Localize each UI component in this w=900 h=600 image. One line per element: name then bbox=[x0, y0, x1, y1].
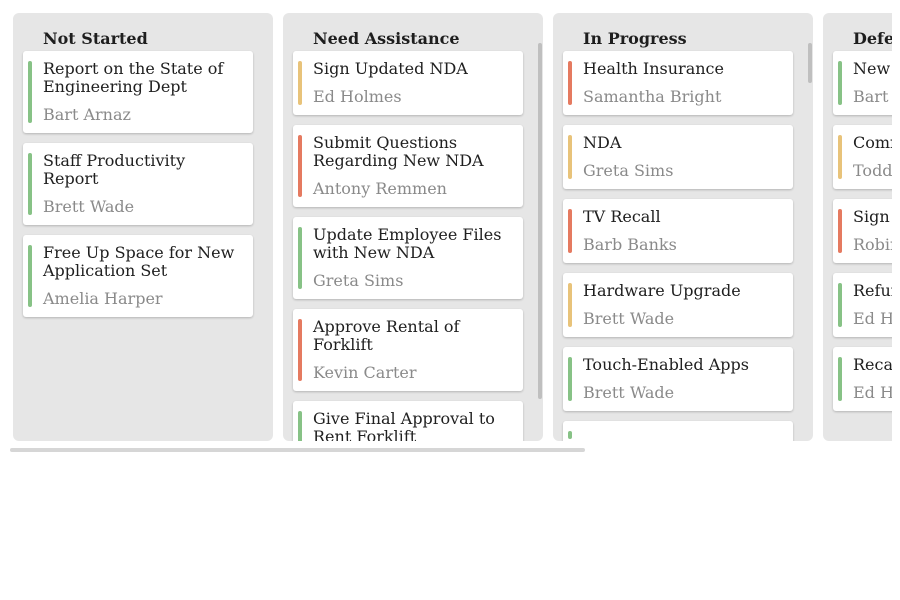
card-title: Submit Questions Regarding New NDA bbox=[313, 133, 484, 170]
priority-indicator bbox=[838, 61, 842, 105]
priority-indicator bbox=[838, 209, 842, 253]
card-assignee: Bart Arnaz bbox=[43, 105, 131, 124]
priority-indicator bbox=[838, 283, 842, 327]
column-scrollbar[interactable] bbox=[808, 43, 812, 83]
priority-indicator bbox=[28, 153, 32, 215]
column-scrollbar[interactable] bbox=[538, 43, 542, 399]
card-title: Free Up Space for New Application Set bbox=[43, 243, 235, 280]
task-card[interactable]: Recall Ed Ho bbox=[833, 347, 892, 411]
card-assignee: Brett Wade bbox=[583, 383, 675, 402]
task-card[interactable]: Update Employee Files with New NDA Greta … bbox=[293, 217, 523, 299]
task-card[interactable]: Refun Ed Ho bbox=[833, 273, 892, 337]
card-assignee: Brett Wade bbox=[583, 309, 675, 328]
task-card[interactable]: Report on the State of Engineering Dept B… bbox=[23, 51, 253, 133]
priority-indicator bbox=[568, 431, 572, 439]
card-assignee: Ed Holmes bbox=[313, 87, 402, 106]
card-title: Give Final Approval to Rent Forklift bbox=[313, 409, 495, 442]
card-assignee: Bart A bbox=[853, 87, 892, 106]
task-card[interactable]: Sign F Robin bbox=[833, 199, 892, 263]
card-assignee: Robin bbox=[853, 235, 892, 254]
card-assignee: Samantha Bright bbox=[583, 87, 722, 106]
card-list: Health Insurance Samantha Bright NDA Greta … bbox=[563, 51, 793, 441]
card-assignee: Greta Sims bbox=[583, 161, 674, 180]
priority-indicator bbox=[298, 61, 302, 105]
priority-indicator bbox=[298, 135, 302, 197]
priority-indicator bbox=[838, 135, 842, 179]
card-assignee: Greta Sims bbox=[313, 271, 404, 290]
card-assignee: Kevin Carter bbox=[313, 363, 417, 382]
card-title: Hardware Upgrade bbox=[583, 281, 741, 300]
card-title: NDA bbox=[583, 133, 622, 152]
priority-indicator bbox=[298, 319, 302, 381]
kanban-board: Not Started Report on the State of Engin… bbox=[0, 0, 892, 460]
task-card[interactable]: New H Bart A bbox=[833, 51, 892, 115]
card-title: Staff Productivity Report bbox=[43, 151, 186, 188]
priority-indicator bbox=[568, 357, 572, 401]
priority-indicator bbox=[838, 357, 842, 401]
task-card[interactable]: TV Recall Barb Banks bbox=[563, 199, 793, 263]
column-title: In Progress bbox=[583, 29, 687, 48]
task-card[interactable]: Comm Project Todd I bbox=[833, 125, 892, 189]
priority-indicator bbox=[568, 283, 572, 327]
card-list: Report on the State of Engineering Dept B… bbox=[23, 51, 253, 327]
card-title: Recall bbox=[853, 355, 892, 374]
task-card[interactable]: Submit Questions Regarding New NDA Antony… bbox=[293, 125, 523, 207]
card-list: Sign Updated NDA Ed Holmes Submit Question… bbox=[293, 51, 523, 441]
card-assignee: Brett Wade bbox=[43, 197, 135, 216]
card-title: Report on the State of Engineering Dept bbox=[43, 59, 224, 96]
task-card[interactable] bbox=[563, 421, 793, 441]
card-assignee: Antony Remmen bbox=[313, 179, 447, 198]
card-assignee: Ed Ho bbox=[853, 383, 892, 402]
card-assignee: Amelia Harper bbox=[43, 289, 163, 308]
card-title: Refun bbox=[853, 281, 892, 300]
column-need-assistance: Need Assistance Sign Updated NDA Ed Holme… bbox=[283, 13, 543, 441]
card-title: Sign Updated NDA bbox=[313, 59, 468, 78]
priority-indicator bbox=[568, 209, 572, 253]
card-title: TV Recall bbox=[583, 207, 661, 226]
priority-indicator bbox=[28, 61, 32, 123]
card-assignee: Todd I bbox=[853, 161, 892, 180]
priority-indicator bbox=[298, 411, 302, 441]
card-title: Comm Project bbox=[853, 133, 892, 152]
task-card[interactable]: Touch-Enabled Apps Brett Wade bbox=[563, 347, 793, 411]
task-card[interactable]: Staff Productivity Report Brett Wade bbox=[23, 143, 253, 225]
task-card[interactable]: NDA Greta Sims bbox=[563, 125, 793, 189]
card-title: Update Employee Files with New NDA bbox=[313, 225, 502, 262]
board-viewport[interactable]: Not Started Report on the State of Engin… bbox=[0, 0, 892, 460]
column-title: Not Started bbox=[43, 29, 148, 48]
task-card[interactable]: Approve Rental of Forklift Kevin Carter bbox=[293, 309, 523, 391]
task-card[interactable]: Give Final Approval to Rent Forklift bbox=[293, 401, 523, 441]
card-title: Sign F bbox=[853, 207, 892, 226]
card-title: Health Insurance bbox=[583, 59, 724, 78]
column-not-started: Not Started Report on the State of Engin… bbox=[13, 13, 273, 441]
board-horizontal-scrollbar[interactable] bbox=[10, 448, 585, 452]
priority-indicator bbox=[568, 135, 572, 179]
priority-indicator bbox=[28, 245, 32, 307]
card-title: Touch-Enabled Apps bbox=[583, 355, 749, 374]
priority-indicator bbox=[298, 227, 302, 289]
task-card[interactable]: Health Insurance Samantha Bright bbox=[563, 51, 793, 115]
priority-indicator bbox=[568, 61, 572, 105]
column-title: Need Assistance bbox=[313, 29, 460, 48]
card-title: New H bbox=[853, 59, 892, 78]
task-card[interactable]: Free Up Space for New Application Set Ame… bbox=[23, 235, 253, 317]
column-title: Deferred bbox=[853, 29, 892, 48]
card-title: Approve Rental of Forklift bbox=[313, 317, 460, 354]
column-in-progress: In Progress Health Insurance Samantha Bri… bbox=[553, 13, 813, 441]
card-list: New H Bart A Comm Project Todd I Sign F Robin… bbox=[833, 51, 892, 421]
column-deferred: Deferred New H Bart A Comm Project Todd I Si… bbox=[823, 13, 892, 441]
task-card[interactable]: Hardware Upgrade Brett Wade bbox=[563, 273, 793, 337]
task-card[interactable]: Sign Updated NDA Ed Holmes bbox=[293, 51, 523, 115]
card-assignee: Ed Ho bbox=[853, 309, 892, 328]
card-assignee: Barb Banks bbox=[583, 235, 677, 254]
